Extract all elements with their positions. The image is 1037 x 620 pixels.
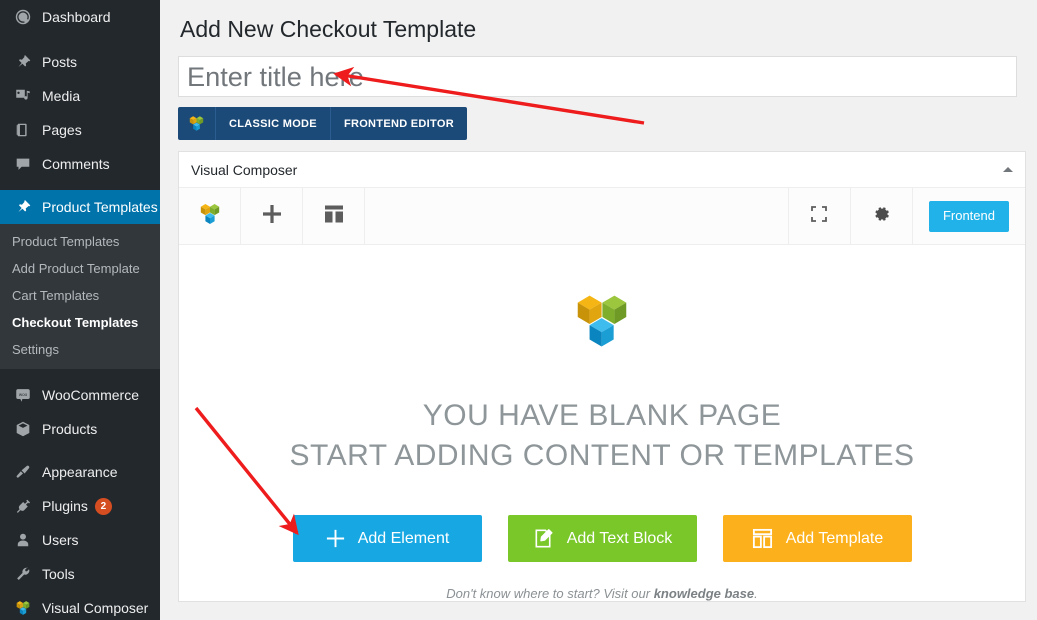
submenu-item-add-product-template[interactable]: Add Product Template <box>0 256 160 283</box>
title-field-wrapper <box>178 56 1017 98</box>
visual-composer-metabox: Visual Composer Frontend YOU HAVE BLANK … <box>178 151 1026 603</box>
visual-composer-icon <box>178 107 216 141</box>
sidebar-item-label: Tools <box>42 566 75 583</box>
sidebar-item-label: Plugins <box>42 498 88 515</box>
user-icon <box>10 530 36 550</box>
classic-mode-button[interactable]: CLASSIC MODE <box>216 107 331 141</box>
sidebar-item-media[interactable]: Media <box>0 79 160 113</box>
admin-sidebar: Dashboard Posts Media Pages Comments Pro… <box>0 0 160 620</box>
toolbar-fullscreen-button[interactable] <box>789 188 851 245</box>
toolbar-frontend-cell: Frontend <box>913 188 1025 244</box>
sidebar-item-label: Media <box>42 88 81 104</box>
add-element-label: Add Element <box>357 529 450 547</box>
sidebar-item-label: Posts <box>42 54 78 70</box>
add-text-block-button[interactable]: Add Text Block <box>507 515 697 563</box>
admin-screen: Dashboard Posts Media Pages Comments Pro… <box>0 0 1037 620</box>
media-icon <box>10 86 36 106</box>
sidebar-item-woocommerce[interactable]: woo WooCommerce <box>0 378 160 412</box>
add-template-label: Add Template <box>785 529 884 547</box>
sidebar-divider <box>0 181 160 190</box>
plus-icon <box>261 203 283 230</box>
page-title: Add New Checkout Template <box>180 16 477 42</box>
sidebar-item-label: Visual Composer <box>42 600 149 617</box>
sidebar-item-appearance[interactable]: Appearance <box>0 455 160 489</box>
title-input[interactable] <box>179 57 1016 97</box>
blank-page-placeholder: YOU HAVE BLANK PAGE START ADDING CONTENT… <box>179 245 1025 602</box>
pin-icon <box>10 52 36 72</box>
sidebar-item-pages[interactable]: Pages <box>0 113 160 147</box>
plugins-update-badge: 2 <box>94 497 112 515</box>
add-template-button[interactable]: Add Template <box>722 515 912 563</box>
submenu-item-settings[interactable]: Settings <box>0 337 160 364</box>
wrench-icon <box>10 564 36 584</box>
sidebar-item-label: Product Templates <box>42 199 158 215</box>
products-box-icon <box>10 419 36 439</box>
sidebar-item-label: Appearance <box>42 464 118 481</box>
toolbar-templates-button[interactable] <box>303 188 365 245</box>
sidebar-item-label: Dashboard <box>42 9 111 25</box>
sidebar-item-label: Users <box>42 532 79 549</box>
sidebar-item-label: Pages <box>42 122 82 138</box>
toolbar-logo-button[interactable] <box>179 188 241 245</box>
sidebar-item-plugins[interactable]: Plugins 2 <box>0 489 160 523</box>
submenu-item-product-templates[interactable]: Product Templates <box>0 229 160 256</box>
sidebar-item-product-templates[interactable]: Product Templates <box>0 190 160 224</box>
plus-icon <box>325 528 346 549</box>
hint-prefix: Don't know where to start? Visit our <box>446 586 654 602</box>
sidebar-divider <box>0 369 160 378</box>
plug-icon <box>10 496 36 516</box>
product-templates-submenu: Product Templates Add Product Template C… <box>0 224 160 370</box>
chevron-up-icon[interactable] <box>1003 167 1013 173</box>
blank-page-message: YOU HAVE BLANK PAGE START ADDING CONTENT… <box>179 396 1025 475</box>
sidebar-item-users[interactable]: Users <box>0 523 160 557</box>
blank-message-line1: YOU HAVE BLANK PAGE <box>422 399 782 433</box>
knowledge-base-hint: Don't know where to start? Visit our kno… <box>179 586 1025 601</box>
main-content: Add New Checkout Template CLASSIC MODE <box>160 0 1037 620</box>
add-element-button[interactable]: Add Element <box>292 515 482 563</box>
sidebar-item-posts[interactable]: Posts <box>0 45 160 79</box>
visual-composer-icon <box>10 598 36 618</box>
metabox-title: Visual Composer <box>191 161 298 178</box>
sidebar-item-visual-composer[interactable]: Visual Composer <box>0 591 160 620</box>
pages-icon <box>10 120 36 140</box>
woocommerce-icon: woo <box>10 385 36 405</box>
pencil-note-icon <box>532 527 555 550</box>
comments-icon <box>10 154 36 174</box>
sidebar-divider <box>0 446 160 455</box>
editor-mode-switch: CLASSIC MODE FRONTEND EDITOR <box>178 107 467 141</box>
frontend-editor-button[interactable]: FRONTEND EDITOR <box>331 107 467 140</box>
dashboard-icon <box>10 7 36 27</box>
toolbar-settings-button[interactable] <box>851 188 913 245</box>
visual-composer-icon <box>197 201 223 232</box>
sidebar-item-tools[interactable]: Tools <box>0 557 160 591</box>
sidebar-item-label: WooCommerce <box>42 387 139 404</box>
grid-layout-icon <box>751 527 774 550</box>
knowledge-base-link[interactable]: knowledge base <box>654 586 754 601</box>
gear-icon <box>870 203 892 230</box>
toolbar-add-element-button[interactable] <box>241 188 303 245</box>
visual-composer-toolbar: Frontend <box>179 188 1025 246</box>
fullscreen-icon <box>809 204 829 229</box>
blank-page-actions: Add Element Add Text Block Add Template <box>179 515 1025 563</box>
sidebar-item-comments[interactable]: Comments <box>0 147 160 181</box>
sidebar-divider <box>0 34 160 45</box>
brush-icon <box>10 462 36 482</box>
pin-icon <box>10 197 36 217</box>
visual-composer-logo <box>179 283 1025 366</box>
sidebar-item-label: Comments <box>42 156 110 172</box>
grid-layout-icon <box>323 203 345 230</box>
add-text-block-label: Add Text Block <box>566 529 673 547</box>
metabox-header: Visual Composer <box>179 152 1025 189</box>
svg-text:woo: woo <box>19 392 28 397</box>
blank-message-line2: START ADDING CONTENT OR TEMPLATES <box>289 438 915 472</box>
sidebar-item-dashboard[interactable]: Dashboard <box>0 0 160 34</box>
submenu-item-checkout-templates[interactable]: Checkout Templates <box>0 310 160 337</box>
frontend-button[interactable]: Frontend <box>928 200 1009 232</box>
toolbar-spacer <box>365 188 789 245</box>
submenu-item-cart-templates[interactable]: Cart Templates <box>0 283 160 310</box>
sidebar-item-label: Products <box>42 421 98 438</box>
hint-suffix: . <box>754 586 758 602</box>
sidebar-item-products[interactable]: Products <box>0 412 160 446</box>
